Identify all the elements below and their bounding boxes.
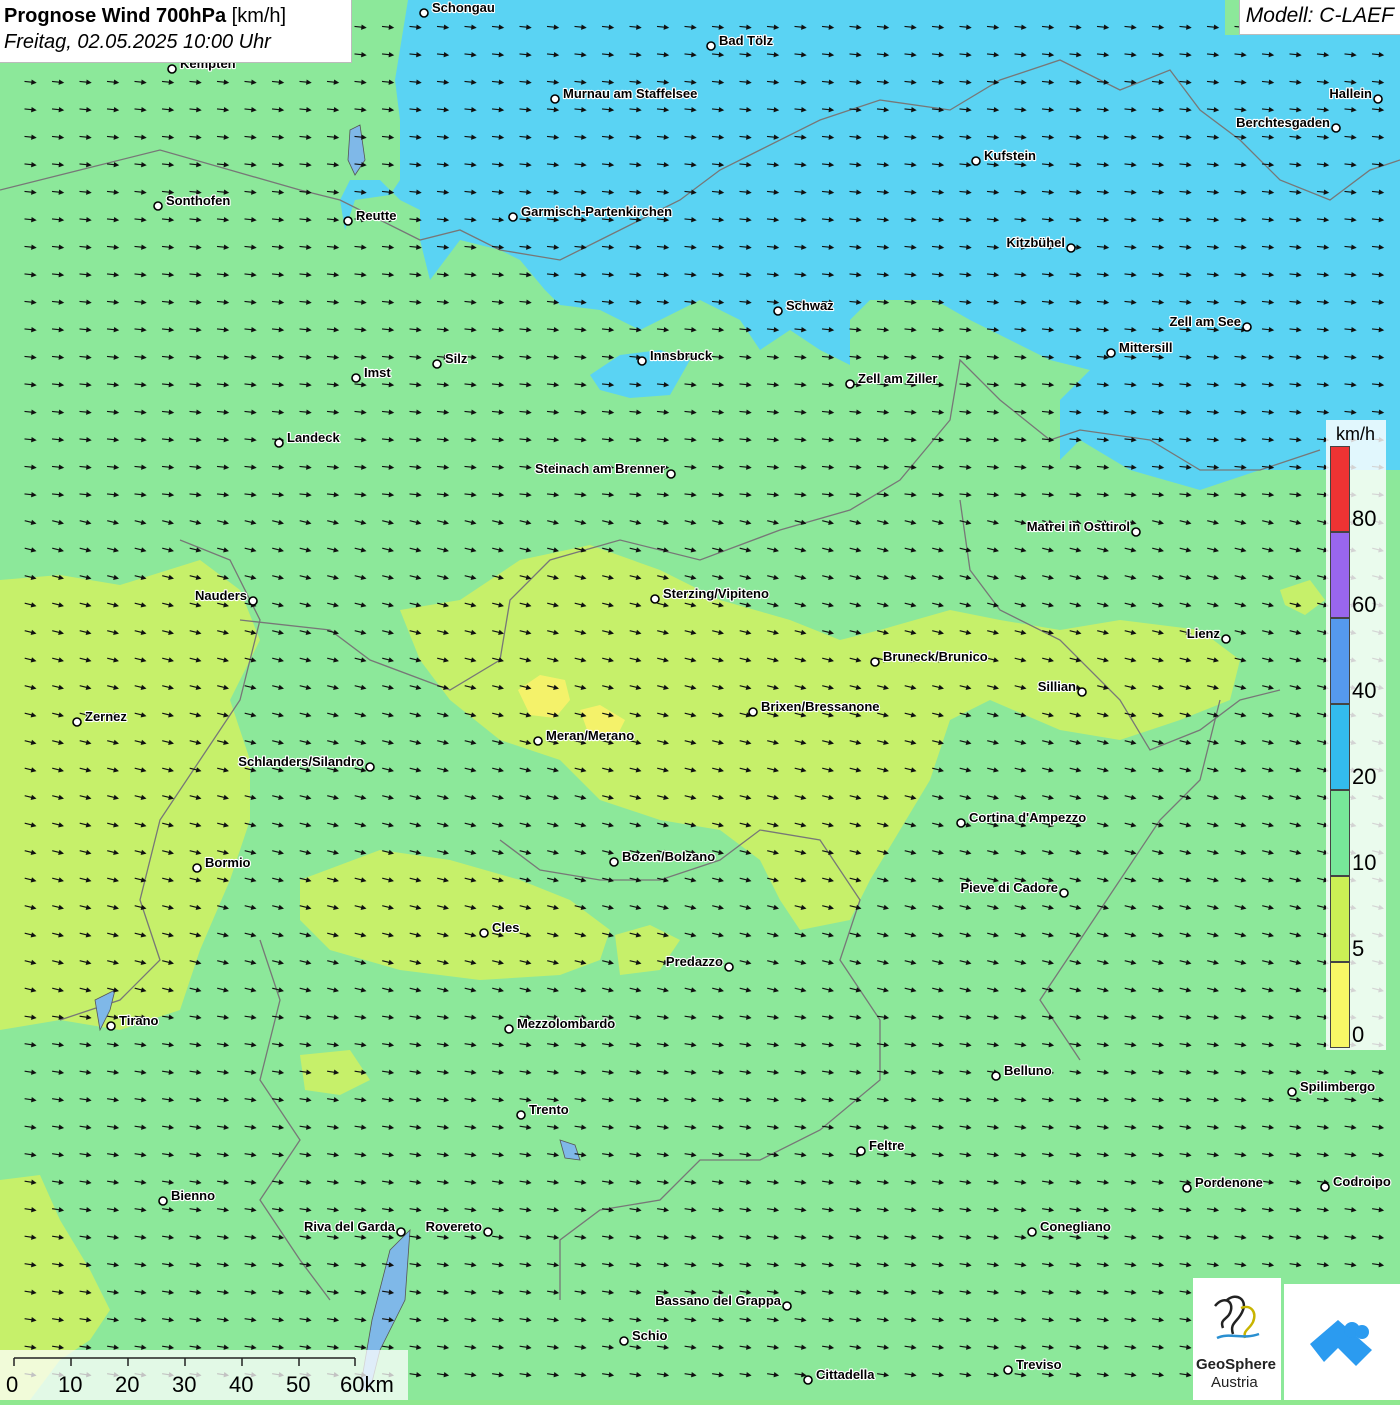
- wind-map: SchongauKemptenBad TölzMurnau am Staffel…: [0, 0, 1400, 1400]
